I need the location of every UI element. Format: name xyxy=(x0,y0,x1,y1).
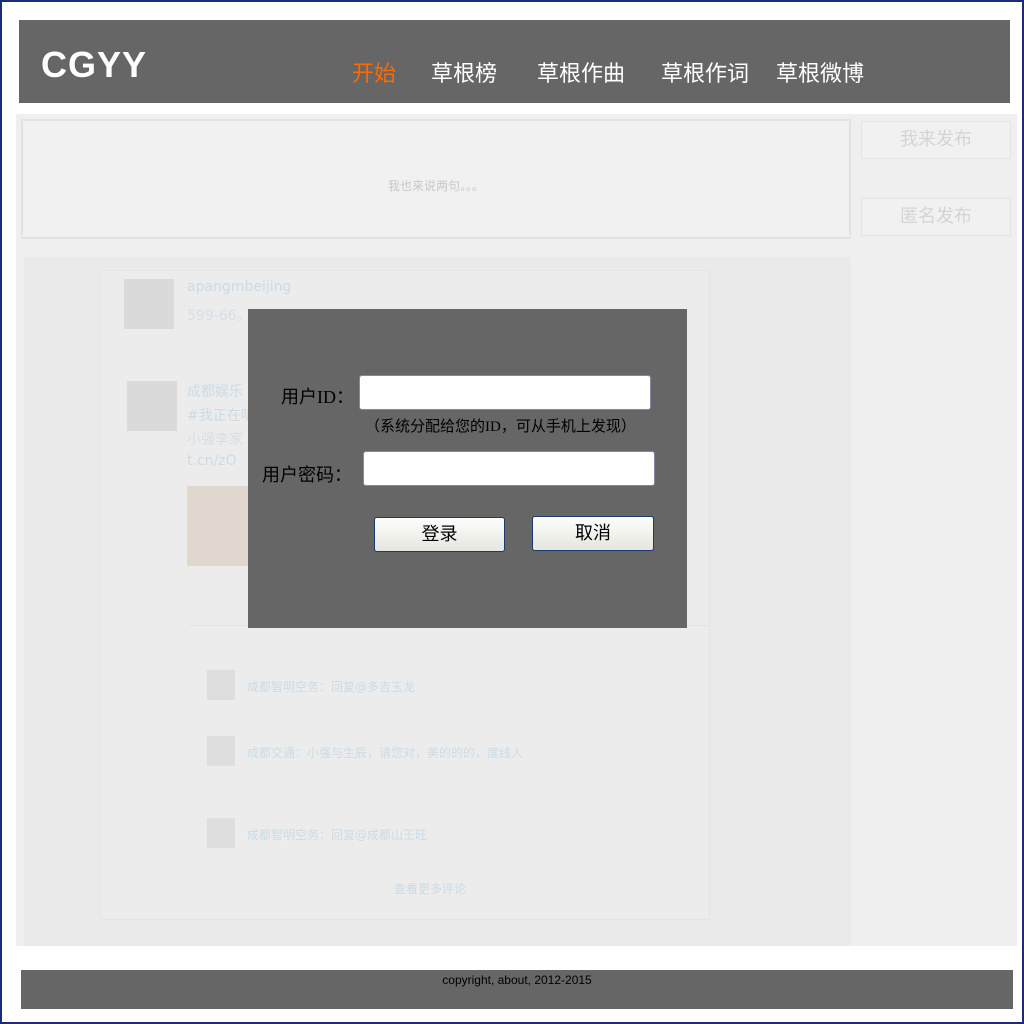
site-logo[interactable]: CGYY xyxy=(41,44,147,86)
post-user[interactable]: apangmbeijing xyxy=(187,279,291,295)
post-link[interactable]: t.cn/zO xyxy=(187,453,237,469)
user-id-label: 用户ID： xyxy=(281,387,354,407)
comment-list: 成都智明空务：回复@多吉玉龙 成都交通：小强与生辰，请您对，美的的的，度线人 成… xyxy=(189,625,709,913)
user-id-input[interactable] xyxy=(359,375,651,410)
composer-placeholder: 我也来说两句。。。 xyxy=(387,179,484,193)
avatar[interactable] xyxy=(207,736,235,766)
password-label: 用户密码： xyxy=(262,465,352,485)
nav-grassroots-weibo[interactable]: 草根微博 xyxy=(776,56,864,88)
page-frame: CGYY 开始 草根榜 草根作曲 草根作词 草根微博 我也来说两句。。。 我来发… xyxy=(0,0,1024,1024)
anonymous-publish-button[interactable]: 匿名发布 xyxy=(861,198,1011,236)
nav-grassroots-compose[interactable]: 草根作曲 xyxy=(537,56,625,88)
avatar[interactable] xyxy=(124,279,174,329)
footer-bar: copyright, about, 2012-2015 xyxy=(21,970,1013,1009)
post-user[interactable]: 成都娱乐 xyxy=(187,381,243,401)
post-text: 小强李家 xyxy=(187,432,243,448)
comment-text: 成都智明空务：回复@多吉玉龙 xyxy=(247,680,416,694)
cancel-button[interactable]: 取消 xyxy=(532,516,654,551)
avatar[interactable] xyxy=(207,818,235,848)
password-input[interactable] xyxy=(363,451,655,486)
login-dialog: 用户ID： （系统分配给您的ID，可从手机上发现） 用户密码： 登录 取消 xyxy=(248,309,687,628)
avatar[interactable] xyxy=(207,670,235,700)
avatar[interactable] xyxy=(127,381,177,431)
comment-text: 成都智明空务：回复@成都山王旺 xyxy=(247,828,428,842)
copyright-text: copyright, about, 2012-2015 xyxy=(442,973,592,987)
post-composer[interactable]: 我也来说两句。。。 xyxy=(21,119,851,239)
nav-grassroots-lyrics[interactable]: 草根作词 xyxy=(661,56,749,88)
post-image[interactable] xyxy=(187,486,249,566)
login-button[interactable]: 登录 xyxy=(374,517,505,552)
header-bar: CGYY 开始 草根榜 草根作曲 草根作词 草根微博 xyxy=(19,20,1010,103)
nav-start[interactable]: 开始 xyxy=(352,56,396,88)
post-text: 599-66。 xyxy=(187,308,251,324)
post-text: #我正在听 xyxy=(187,408,255,424)
publish-button[interactable]: 我来发布 xyxy=(861,121,1011,159)
user-id-hint: （系统分配给您的ID，可从手机上发现） xyxy=(365,419,636,435)
nav-grassroots-chart[interactable]: 草根榜 xyxy=(431,56,497,88)
comment-text: 成都交通：小强与生辰，请您对，美的的的，度线人 xyxy=(247,746,524,760)
more-comments-link[interactable]: 查看更多评论 xyxy=(394,880,466,897)
